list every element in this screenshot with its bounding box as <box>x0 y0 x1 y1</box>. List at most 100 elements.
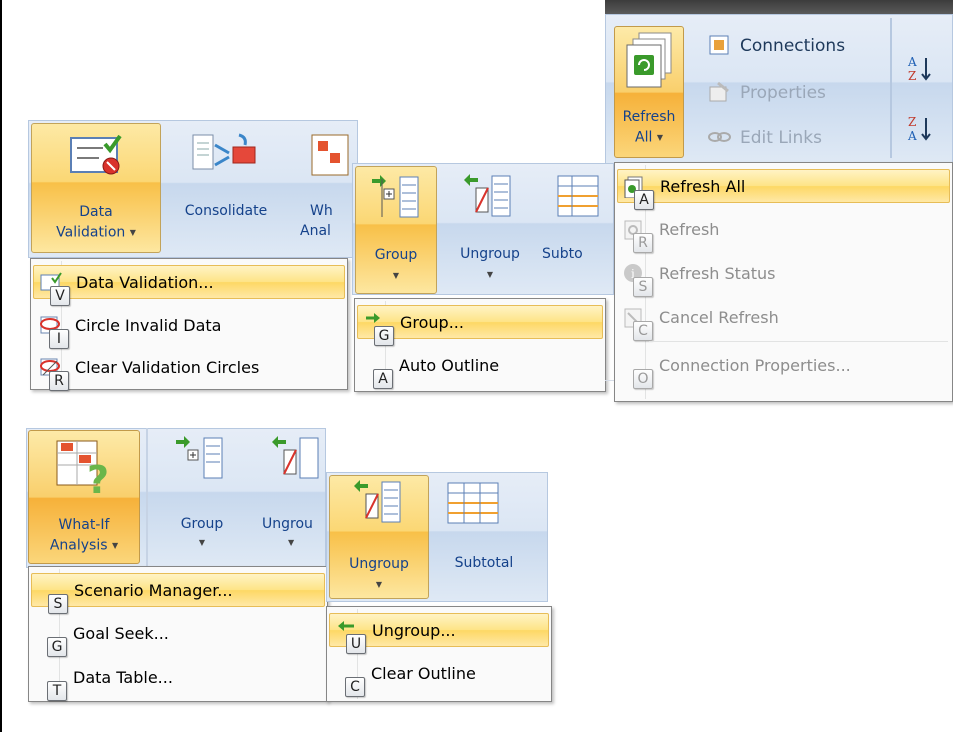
keytip-i: I <box>49 329 69 349</box>
ungroup-partial-label: Ungrou <box>262 516 313 532</box>
menu-item-clear-outline[interactable]: C Clear Outline <box>329 657 549 697</box>
chevron-down-icon: ▼ <box>392 271 400 280</box>
menu-item-goal-seek[interactable]: G Goal Seek... <box>31 617 325 657</box>
menu-item-label: Refresh <box>659 220 720 239</box>
whatif-icon <box>311 134 349 176</box>
chevron-down-icon: ▼ <box>129 228 136 237</box>
chevron-down-icon: ▼ <box>288 538 295 547</box>
refresh-all-button[interactable]: Refresh All ▼ <box>614 26 684 158</box>
subtotal-button[interactable]: Subtotal <box>432 475 536 599</box>
group-button-2[interactable]: Group ▼ <box>158 432 246 562</box>
menu-item-refresh-all[interactable]: A Refresh All <box>617 169 950 210</box>
sort-a-z-icon[interactable]: AZ <box>906 52 936 86</box>
menu-item-cancel-refresh[interactable]: C Cancel Refresh <box>617 301 950 341</box>
consolidate-icon <box>192 133 256 170</box>
keytip-c: C <box>633 321 653 341</box>
svg-text:A: A <box>907 55 917 69</box>
menu-item-label: Group... <box>400 313 464 332</box>
group-label: Group <box>374 247 418 263</box>
keytip-r: R <box>633 233 653 253</box>
whatif-label-1: What-If <box>58 517 110 533</box>
menu-item-circle-invalid-data[interactable]: I Circle Invalid Data <box>33 309 345 349</box>
keytip-a: A <box>634 190 654 210</box>
menu-item-refresh[interactable]: R Refresh <box>617 213 950 253</box>
edit-links-label: Edit Links <box>740 128 822 148</box>
chevron-down-icon: ▼ <box>111 541 119 550</box>
ungroup-label: Ungroup <box>460 246 520 262</box>
consolidate-label: Consolidate <box>184 203 268 219</box>
menu-item-label: Refresh All <box>660 177 746 196</box>
menu-separator <box>649 341 948 342</box>
menu-item-label: Clear Validation Circles <box>75 358 260 377</box>
menu-item-label: Data Validation... <box>76 273 214 292</box>
keytip-c: C <box>345 677 365 697</box>
menu-item-clear-validation-circles[interactable]: R Clear Validation Circles <box>33 351 345 391</box>
menu-item-ungroup[interactable]: U Ungroup... <box>329 613 549 654</box>
group-label: Group <box>180 516 224 532</box>
subtotal-partial-label: Subto <box>542 246 583 262</box>
connections-label: Connections <box>740 36 846 56</box>
keytip-r: R <box>49 371 69 391</box>
menu-item-label: Circle Invalid Data <box>75 316 222 335</box>
keytip-g: G <box>374 326 394 346</box>
data-validation-button[interactable]: Data Validation ▼ <box>31 123 161 253</box>
ungroup-button-partial[interactable]: Ungrou ▼ <box>250 432 324 562</box>
whatif-button-partial[interactable]: Wh Anal <box>290 123 356 253</box>
svg-text:Z: Z <box>908 69 916 83</box>
menu-item-label: Refresh Status <box>659 264 776 283</box>
keytip-o: O <box>633 369 653 389</box>
data-validation-menu: V Data Validation... I Circle Invalid Da… <box>30 258 348 391</box>
chevron-down-icon: ▼ <box>375 580 383 589</box>
chevron-down-icon: ▼ <box>656 133 663 142</box>
svg-text:?: ? <box>87 458 109 497</box>
data-validation-icon <box>70 134 122 175</box>
menu-item-group[interactable]: G Group... <box>357 305 603 346</box>
refresh-menu: A Refresh All R Refresh i S Refresh Stat… <box>614 162 953 402</box>
refresh-all-icon <box>626 32 672 88</box>
group-button[interactable]: Group ▼ <box>355 166 437 294</box>
menu-item-label: Auto Outline <box>399 356 500 375</box>
ungroup-icon <box>464 174 511 217</box>
properties-label: Properties <box>740 83 826 103</box>
keytip-s: S <box>48 594 68 614</box>
subtotal-label: Subtotal <box>454 555 514 571</box>
ungroup-icon <box>354 480 401 523</box>
menu-item-auto-outline[interactable]: A Auto Outline <box>357 349 603 389</box>
data-validation-label-2: Validation <box>56 224 126 241</box>
whatif-analysis-button[interactable]: ? What-If Analysis ▼ <box>28 430 140 564</box>
left-border <box>0 0 2 732</box>
keytip-u: U <box>346 634 366 654</box>
chevron-down-icon: ▼ <box>198 538 206 547</box>
menu-item-label: Connection Properties... <box>659 356 851 375</box>
ungroup-label: Ungroup <box>349 556 409 572</box>
menu-item-data-validation[interactable]: V Data Validation... <box>33 265 345 306</box>
refresh-all-label-2: All <box>635 129 653 146</box>
menu-item-scenario-manager[interactable]: S Scenario Manager... <box>31 573 325 614</box>
menu-item-data-table[interactable]: T Data Table... <box>31 661 325 701</box>
menu-item-label: Cancel Refresh <box>659 308 779 327</box>
link-icon <box>708 132 731 142</box>
menu-item-label: Scenario Manager... <box>74 581 233 600</box>
menu-item-label: Clear Outline <box>371 664 476 683</box>
whatif-menu: S Scenario Manager... G Goal Seek... T D… <box>28 566 328 702</box>
consolidate-button[interactable]: Consolidate <box>165 123 287 253</box>
dark-titlebar <box>605 0 953 14</box>
keytip-g: G <box>47 637 67 657</box>
keytip-t: T <box>47 681 67 701</box>
ungroup-button-2[interactable]: Ungroup ▼ <box>329 475 429 599</box>
whatif-partial-label-1: Wh <box>310 203 333 219</box>
sort-z-a-icon[interactable]: ZA <box>906 112 936 146</box>
menu-item-connection-properties[interactable]: O Connection Properties... <box>617 349 950 389</box>
subtotal-button-partial[interactable]: Subto <box>542 166 612 294</box>
whatif-analysis-icon: ? <box>56 440 109 497</box>
menu-item-label: Goal Seek... <box>73 624 169 643</box>
svg-text:Z: Z <box>908 115 916 129</box>
ungroup-icon <box>272 436 319 479</box>
chevron-down-icon: ▼ <box>486 270 494 279</box>
keytip-s: S <box>633 277 653 297</box>
ungroup-button[interactable]: Ungroup ▼ <box>440 166 540 294</box>
menu-item-refresh-status[interactable]: i S Refresh Status <box>617 257 950 297</box>
subtotal-icon <box>557 175 599 217</box>
menu-item-label: Ungroup... <box>372 621 456 640</box>
data-validation-label-1: Data <box>79 204 113 220</box>
